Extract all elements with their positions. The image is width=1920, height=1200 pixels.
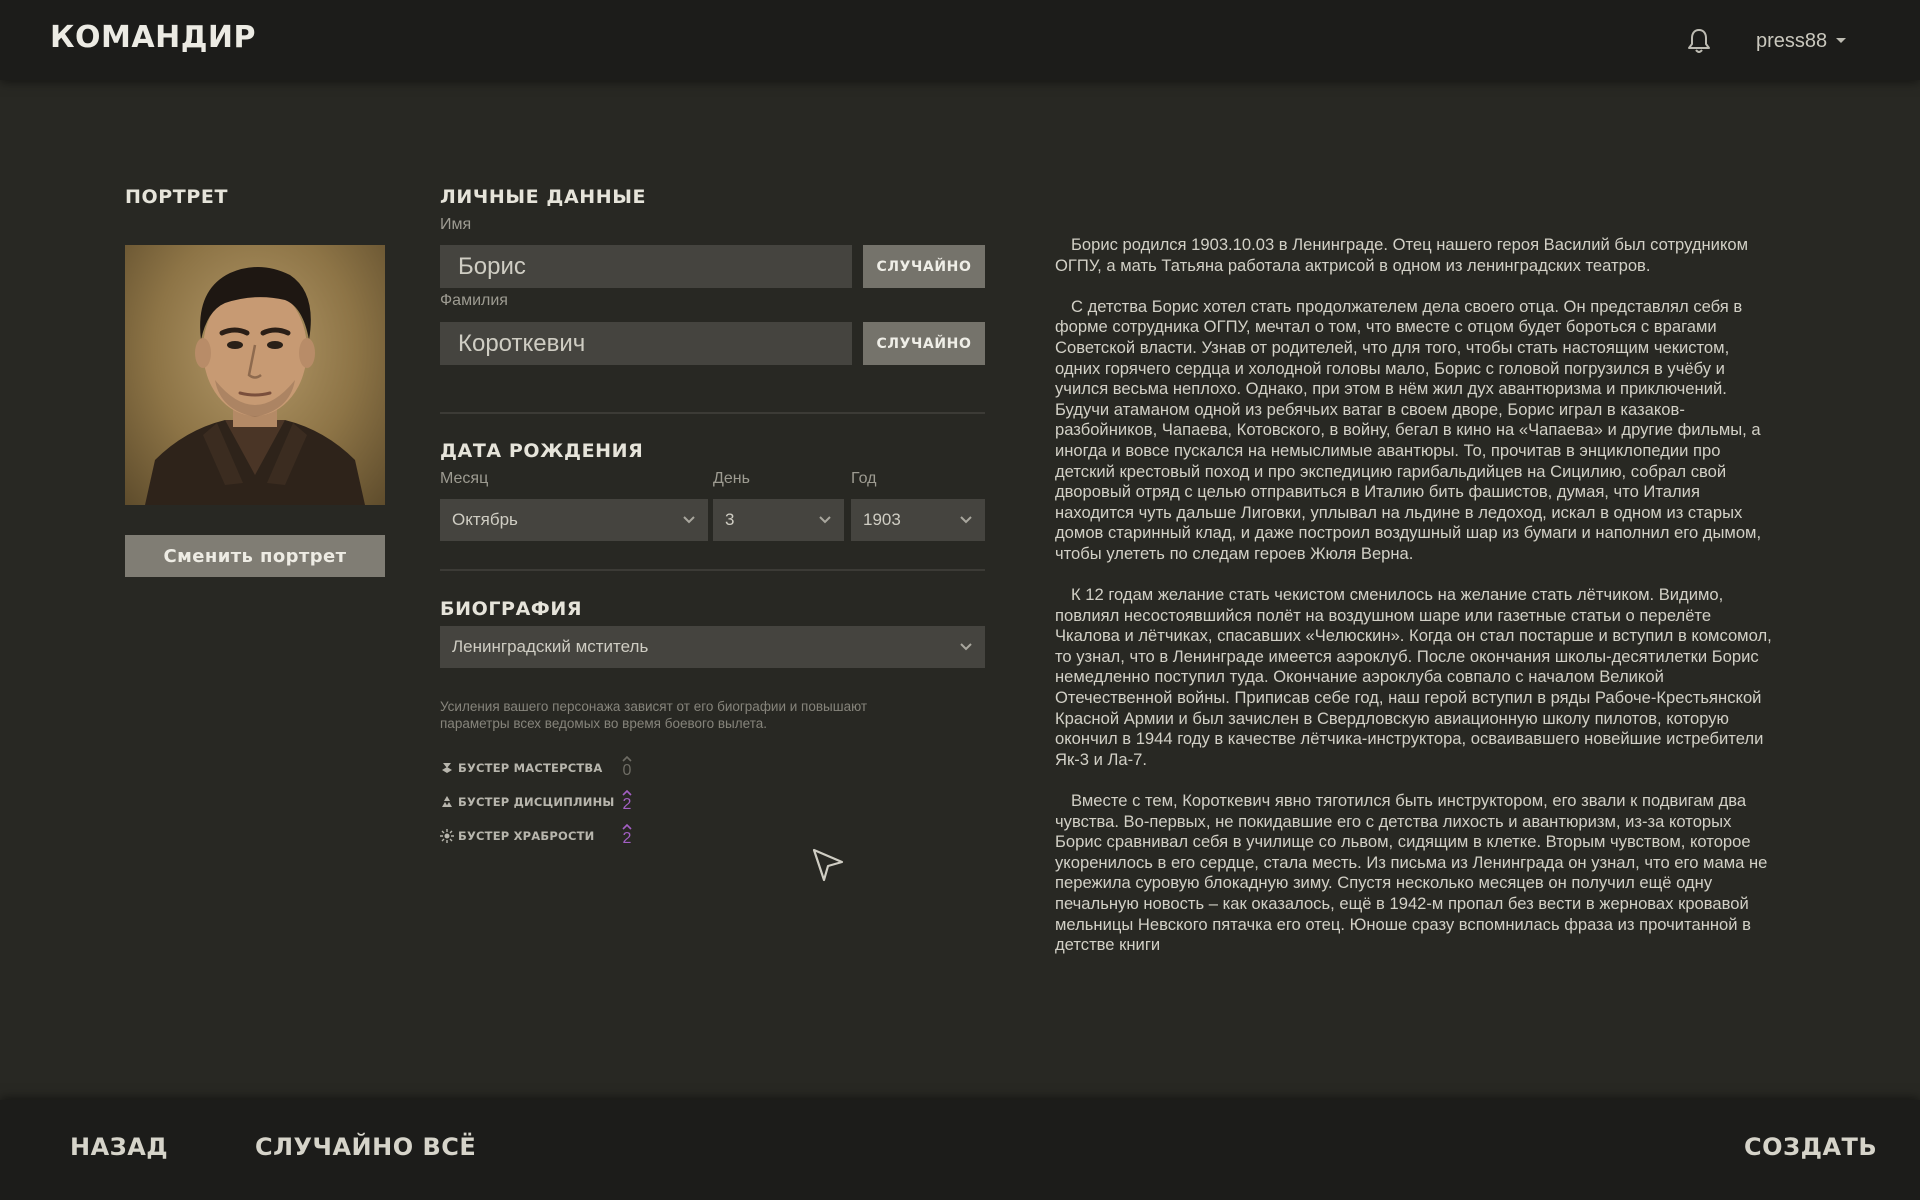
create-button[interactable]: СОЗДАТЬ <box>1744 1133 1877 1161</box>
month-select[interactable]: Октябрь <box>440 499 708 541</box>
biography-text: Борис родился 1903.10.03 в Ленинграде. О… <box>1055 235 1775 976</box>
chevron-down-icon <box>960 516 972 524</box>
biography-select[interactable]: Ленинградский мститель <box>440 626 985 668</box>
bio-paragraph: С детства Борис хотел стать продолжателе… <box>1055 296 1762 563</box>
bravery-icon <box>440 829 454 843</box>
bio-paragraph: К 12 годам желание стать чекистом сменил… <box>1055 585 1772 769</box>
booster-value: 2 <box>622 796 632 813</box>
mouse-cursor-icon <box>812 848 844 882</box>
chevron-down-icon <box>960 643 972 651</box>
random-all-button[interactable]: СЛУЧАЙНО ВСЁ <box>255 1133 476 1161</box>
biography-heading: БИОГРАФИЯ <box>440 598 583 620</box>
biography-value: Ленинградский мститель <box>452 637 649 656</box>
random-last-name-button[interactable]: СЛУЧАЙНО <box>863 322 985 365</box>
mastery-icon <box>442 763 452 773</box>
booster-bravery: БУСТЕР ХРАБРОСТИ <box>440 826 594 846</box>
last-name-label: Фамилия <box>440 292 508 309</box>
last-name-input[interactable] <box>440 322 852 365</box>
booster-discipline-value: 2 <box>620 789 634 813</box>
month-label: Месяц <box>440 470 489 487</box>
day-select[interactable]: 3 <box>713 499 844 541</box>
first-name-label: Имя <box>440 216 472 233</box>
bell-icon[interactable] <box>1686 27 1712 55</box>
year-select[interactable]: 1903 <box>851 499 985 541</box>
discipline-icon <box>442 796 452 807</box>
booster-value: 0 <box>622 762 632 779</box>
first-name-input[interactable] <box>440 245 852 288</box>
booster-value: 2 <box>622 830 632 847</box>
username: press88 <box>1756 29 1828 52</box>
portrait-image <box>125 245 385 505</box>
personal-data-heading: ЛИЧНЫЕ ДАННЫЕ <box>440 186 647 208</box>
app-title: КОМАНДИР <box>50 20 257 55</box>
bio-paragraph: Борис родился 1903.10.03 в Ленинграде. О… <box>1055 235 1749 275</box>
booster-label: БУСТЕР ДИСЦИПЛИНЫ <box>458 795 615 809</box>
divider <box>440 569 985 571</box>
birth-date-heading: ДАТА РОЖДЕНИЯ <box>440 440 644 462</box>
year-value: 1903 <box>863 510 901 529</box>
booster-label: БУСТЕР МАСТЕРСТВА <box>458 761 603 775</box>
random-first-name-button[interactable]: СЛУЧАЙНО <box>863 245 985 288</box>
day-value: 3 <box>725 510 735 529</box>
year-label: Год <box>851 470 877 487</box>
booster-discipline: БУСТЕР ДИСЦИПЛИНЫ <box>440 792 615 812</box>
month-value: Октябрь <box>452 510 518 529</box>
booster-mastery: БУСТЕР МАСТЕРСТВА <box>440 758 602 778</box>
back-button[interactable]: НАЗАД <box>70 1133 168 1161</box>
change-portrait-button[interactable]: Сменить портрет <box>125 535 385 577</box>
booster-mastery-value: 0 <box>620 755 634 779</box>
biography-hint: Усиления вашего персонажа зависят от его… <box>440 699 868 731</box>
day-label: День <box>713 470 750 487</box>
top-bar: КОМАНДИР press88 <box>0 0 1920 80</box>
caret-down-icon <box>1836 38 1847 43</box>
chevron-down-icon <box>819 516 831 524</box>
user-menu[interactable]: press88 <box>1756 26 1847 56</box>
divider <box>440 412 985 414</box>
portrait-heading: ПОРТРЕТ <box>125 186 229 208</box>
booster-label: БУСТЕР ХРАБРОСТИ <box>458 829 595 843</box>
chevron-down-icon <box>683 516 695 524</box>
booster-bravery-value: 2 <box>620 823 634 847</box>
bio-paragraph: Вместе с тем, Короткевич явно тяготился … <box>1055 791 1768 955</box>
